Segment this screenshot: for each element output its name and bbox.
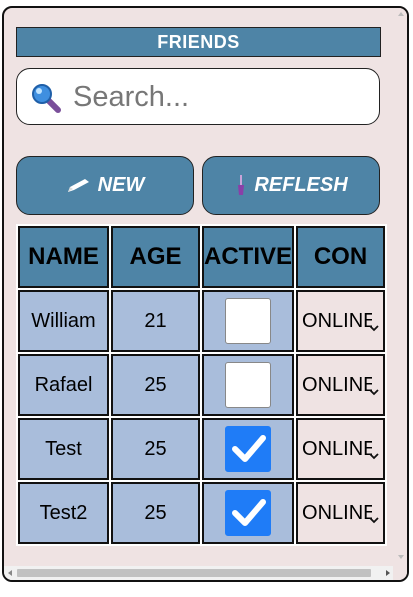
chevron-down-icon [369, 444, 379, 460]
table-header-row: NAME AGE ACTIVE CON [18, 226, 386, 288]
table-row: Test2 25 ONLINE [18, 482, 386, 544]
friends-panel: FRIENDS NEW REFLESH [2, 6, 409, 582]
cell-age: 21 [111, 290, 200, 352]
column-header-age[interactable]: AGE [111, 226, 200, 288]
cell-name: William [18, 290, 109, 352]
brush-icon [234, 174, 248, 197]
active-checkbox[interactable] [225, 490, 271, 536]
chevron-down-icon [369, 316, 379, 332]
cell-age: 25 [111, 354, 200, 416]
search-box[interactable] [16, 68, 380, 125]
cell-name: Rafael [18, 354, 109, 416]
column-header-active[interactable]: ACTIVE [202, 226, 295, 288]
cell-age: 25 [111, 418, 200, 480]
table-row: Rafael 25 ONLINE [18, 354, 386, 416]
chevron-down-icon [369, 508, 379, 524]
horizontal-scrollbar[interactable] [4, 566, 394, 580]
scroll-up-icon[interactable] [398, 12, 404, 16]
connection-select-value: ONLINE [302, 373, 373, 396]
cell-age: 25 [111, 482, 200, 544]
cell-active [202, 290, 295, 352]
chevron-down-icon [369, 380, 379, 396]
cell-name: Test2 [18, 482, 109, 544]
table-row: William 21 ONLINE [18, 290, 386, 352]
cell-active [202, 482, 295, 544]
pencil-icon [66, 178, 92, 194]
scroll-right-icon[interactable] [386, 570, 390, 576]
connection-select-value: ONLINE [302, 309, 373, 332]
scroll-corner [393, 566, 407, 580]
active-checkbox[interactable] [225, 362, 271, 408]
scroll-down-icon[interactable] [398, 555, 404, 559]
new-button-label: NEW [97, 174, 145, 196]
connection-select[interactable]: ONLINE [296, 290, 386, 352]
cell-name: Test [18, 418, 109, 480]
connection-select-value: ONLINE [302, 501, 373, 524]
cell-active [202, 418, 295, 480]
panel-title: FRIENDS [16, 27, 381, 57]
refresh-button[interactable]: REFLESH [202, 156, 380, 215]
table-row: Test 25 ONLINE [18, 418, 386, 480]
search-input[interactable] [73, 79, 363, 115]
active-checkbox[interactable] [225, 426, 271, 472]
cell-active [202, 354, 295, 416]
vertical-scrollbar[interactable] [395, 8, 407, 563]
active-checkbox[interactable] [225, 298, 271, 344]
friends-table: NAME AGE ACTIVE CON William 21 ONLINE Rafae… [16, 224, 388, 546]
connection-select-value: ONLINE [302, 437, 373, 460]
column-header-con[interactable]: CON [296, 226, 386, 288]
column-header-name[interactable]: NAME [18, 226, 109, 288]
connection-select[interactable]: ONLINE [296, 354, 386, 416]
connection-select[interactable]: ONLINE [296, 482, 386, 544]
new-button[interactable]: NEW [16, 156, 194, 215]
connection-select[interactable]: ONLINE [296, 418, 386, 480]
scroll-left-icon[interactable] [8, 570, 12, 576]
horizontal-scroll-thumb[interactable] [17, 569, 371, 577]
refresh-button-label: REFLESH [254, 174, 348, 196]
search-icon [31, 83, 61, 113]
